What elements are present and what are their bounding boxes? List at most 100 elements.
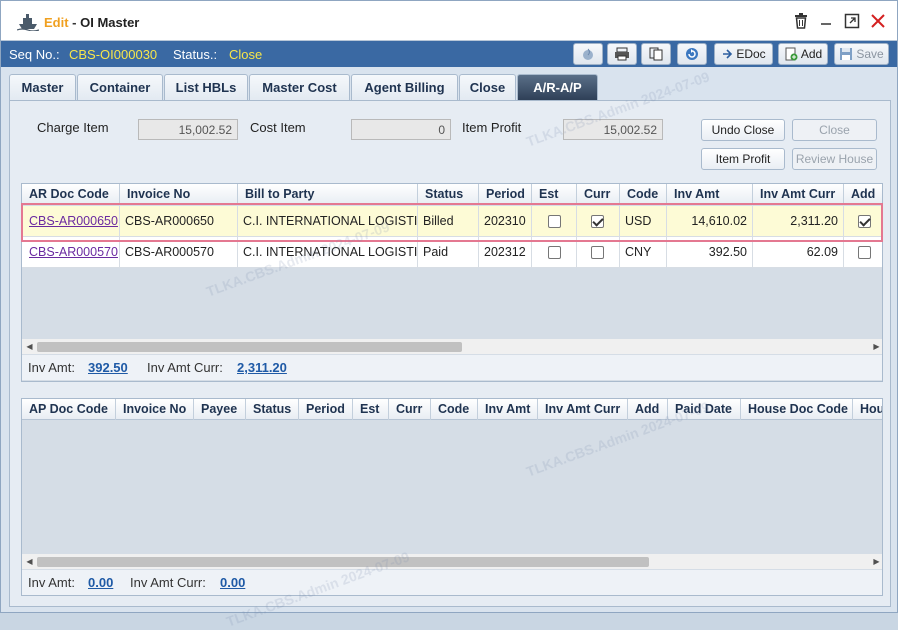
ap-grid-header: AP Doc Code Invoice No Payee Status Peri… xyxy=(22,399,882,420)
ap-inv-amt-total[interactable]: 0.00 xyxy=(88,575,113,590)
title-bar: Edit - OI Master xyxy=(1,1,897,41)
ap-col-payee[interactable]: Payee xyxy=(194,399,246,420)
ar-inv-amt-total[interactable]: 392.50 xyxy=(88,360,128,375)
save-icon xyxy=(840,48,853,60)
ap-col-status[interactable]: Status xyxy=(246,399,299,420)
charge-item-field: 15,002.52 xyxy=(138,119,238,140)
ar-ap-panel: Charge Item 15,002.52 Cost Item 0 Item P… xyxy=(9,100,891,607)
scroll-left-icon[interactable]: ◀ xyxy=(22,554,37,569)
add-checkbox[interactable] xyxy=(858,246,871,259)
tab-list-hbls[interactable]: List HBLs xyxy=(164,74,248,101)
ap-col-house[interactable]: Hou xyxy=(853,399,882,420)
ap-col-invoice-no[interactable]: Invoice No xyxy=(116,399,194,420)
tab-master[interactable]: Master xyxy=(9,74,76,101)
oi-master-window: Edit - OI Master Seq No.: CBS-OI000030 S… xyxy=(0,0,898,630)
printer-icon xyxy=(615,47,629,61)
selection-highlight xyxy=(21,203,883,242)
scroll-right-icon[interactable]: ▶ xyxy=(869,554,882,569)
add-label: Add xyxy=(800,47,823,61)
seq-no-label: Seq No.: xyxy=(9,47,60,62)
ar-col-inv-amt-curr[interactable]: Inv Amt Curr xyxy=(753,184,844,205)
reload-button[interactable] xyxy=(677,43,707,65)
arrow-right-icon xyxy=(723,49,733,59)
ar-grid-footer: Inv Amt: 392.50 Inv Amt Curr: 2,311.20 xyxy=(22,355,882,380)
ar-col-status[interactable]: Status xyxy=(418,184,479,205)
window-title-text: OI Master xyxy=(80,15,140,30)
ap-col-inv-amt-curr[interactable]: Inv Amt Curr xyxy=(538,399,628,420)
ap-inv-amt-label: Inv Amt: xyxy=(28,575,75,590)
status-value: Close xyxy=(229,47,263,62)
save-label: Save xyxy=(856,47,884,61)
add-button[interactable]: Add xyxy=(778,43,828,65)
charge-item-label: Charge Item xyxy=(37,120,109,135)
ap-inv-amt-curr-total[interactable]: 0.00 xyxy=(220,575,245,590)
tab-close[interactable]: Close xyxy=(459,74,516,101)
ap-col-house-doc-code[interactable]: House Doc Code xyxy=(741,399,853,420)
seq-no-value: CBS-OI000030 xyxy=(69,47,158,62)
ar-col-period[interactable]: Period xyxy=(479,184,532,205)
ap-col-doc-code[interactable]: AP Doc Code xyxy=(22,399,116,420)
edoc-button[interactable]: EDoc xyxy=(714,43,773,65)
ar-inv-amt-curr-label: Inv Amt Curr: xyxy=(147,360,223,375)
scroll-thumb[interactable] xyxy=(37,342,462,352)
fire-icon xyxy=(583,48,593,60)
ap-col-period[interactable]: Period xyxy=(299,399,353,420)
ship-icon xyxy=(17,14,39,31)
scroll-right-icon[interactable]: ▶ xyxy=(869,339,882,354)
ar-col-bill-to-party[interactable]: Bill to Party xyxy=(238,184,418,205)
ap-col-inv-amt[interactable]: Inv Amt xyxy=(478,399,538,420)
ap-col-est[interactable]: Est xyxy=(353,399,389,420)
ap-col-curr[interactable]: Curr xyxy=(389,399,431,420)
close-action-button[interactable]: Close xyxy=(792,119,877,141)
ap-horizontal-scrollbar[interactable]: ◀ ▶ xyxy=(22,554,882,569)
ar-grid-header: AR Doc Code Invoice No Bill to Party Sta… xyxy=(22,184,882,205)
ar-col-inv-amt[interactable]: Inv Amt xyxy=(667,184,753,205)
ap-grid: AP Doc Code Invoice No Payee Status Peri… xyxy=(21,398,883,596)
ar-inv-amt-label: Inv Amt: xyxy=(28,360,75,375)
ap-grid-footer: Inv Amt: 0.00 Inv Amt Curr: 0.00 xyxy=(22,570,882,595)
est-checkbox[interactable] xyxy=(548,246,561,259)
tab-container[interactable]: Container xyxy=(77,74,163,101)
close-icon[interactable] xyxy=(869,13,887,31)
refresh-disabled-button[interactable] xyxy=(573,43,603,65)
minimize-icon[interactable] xyxy=(817,13,835,31)
edit-label: Edit xyxy=(44,15,69,30)
review-house-button[interactable]: Review House xyxy=(792,148,877,170)
ap-col-add[interactable]: Add xyxy=(628,399,668,420)
trash-icon[interactable] xyxy=(792,13,810,31)
ap-col-paid-date[interactable]: Paid Date xyxy=(668,399,741,420)
window-title: Edit - OI Master xyxy=(44,15,139,30)
save-button[interactable]: Save xyxy=(834,43,889,65)
ar-col-invoice-no[interactable]: Invoice No xyxy=(120,184,238,205)
scroll-left-icon[interactable]: ◀ xyxy=(22,339,37,354)
item-profit-field: 15,002.52 xyxy=(563,119,663,140)
ar-col-curr[interactable]: Curr xyxy=(577,184,620,205)
copy-button[interactable] xyxy=(641,43,671,65)
ar-inv-amt-curr-total[interactable]: 2,311.20 xyxy=(237,360,287,375)
tab-ar-ap[interactable]: A/R-A/P xyxy=(517,74,598,101)
print-button[interactable] xyxy=(607,43,637,65)
ar-col-add[interactable]: Add xyxy=(844,184,882,205)
ap-inv-amt-curr-label: Inv Amt Curr: xyxy=(130,575,206,590)
reload-icon xyxy=(686,48,698,60)
edoc-label: EDoc xyxy=(736,47,766,61)
cost-item-field: 0 xyxy=(351,119,451,140)
ar-horizontal-scrollbar[interactable]: ◀ ▶ xyxy=(22,339,882,354)
ar-col-doc-code[interactable]: AR Doc Code xyxy=(22,184,120,205)
undo-close-button[interactable]: Undo Close xyxy=(701,119,785,141)
item-profit-button[interactable]: Item Profit xyxy=(701,148,785,170)
add-document-icon xyxy=(785,47,798,61)
ap-col-code[interactable]: Code xyxy=(431,399,478,420)
scroll-thumb[interactable] xyxy=(37,557,649,567)
cost-item-label: Cost Item xyxy=(250,120,306,135)
maximize-icon[interactable] xyxy=(843,13,861,31)
ar-col-est[interactable]: Est xyxy=(532,184,577,205)
tab-master-cost[interactable]: Master Cost xyxy=(249,74,350,101)
curr-checkbox[interactable] xyxy=(591,246,604,259)
ar-col-code[interactable]: Code xyxy=(620,184,667,205)
status-label: Status.: xyxy=(173,47,218,62)
item-profit-label: Item Profit xyxy=(462,120,522,135)
tab-agent-billing[interactable]: Agent Billing xyxy=(351,74,458,101)
title-separator: - xyxy=(68,15,81,30)
copy-icon xyxy=(649,47,663,61)
